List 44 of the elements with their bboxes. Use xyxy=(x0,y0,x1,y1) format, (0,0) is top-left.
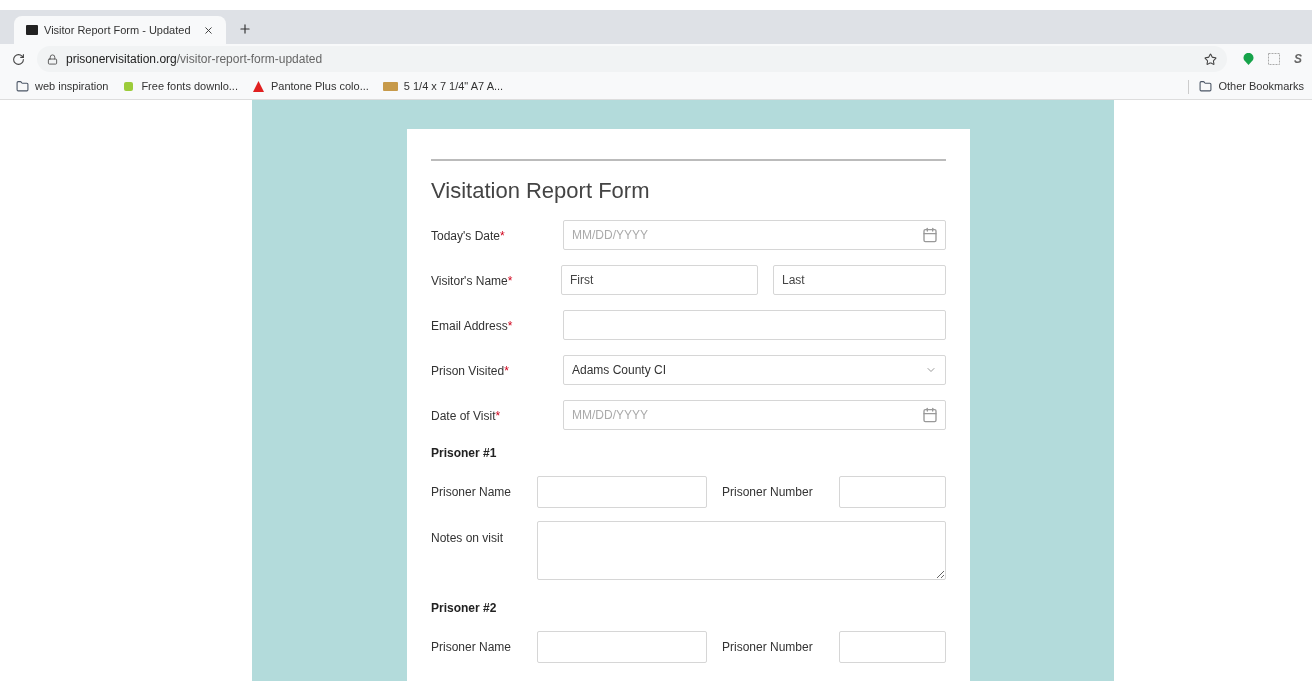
bookmark-item[interactable]: web inspiration xyxy=(16,78,109,95)
field-label: Today's Date* xyxy=(431,229,505,243)
bookmark-star-icon[interactable] xyxy=(1204,52,1217,66)
date-field[interactable]: MM/DD/YYYY xyxy=(563,400,946,430)
section-heading: Prisoner #1 xyxy=(431,445,498,461)
lock-icon xyxy=(47,53,58,65)
favicon-icon xyxy=(26,25,38,35)
notes-field[interactable] xyxy=(537,521,946,580)
field-label: Date of Visit* xyxy=(431,409,501,423)
calendar-icon[interactable] xyxy=(922,407,938,423)
bookmark-item[interactable]: Free fonts downlo... xyxy=(122,78,238,95)
field-label: Prisoner Name xyxy=(431,484,513,501)
folder-icon xyxy=(16,80,29,93)
last-name-field[interactable]: Last xyxy=(773,265,946,295)
field-label: Prison Visited* xyxy=(431,364,509,378)
prison-dropdown[interactable]: Adams County CI xyxy=(563,355,946,385)
field-label: Prisoner Number xyxy=(721,484,814,501)
prisoner-number-field[interactable] xyxy=(839,631,946,663)
first-name-field[interactable]: First xyxy=(561,265,758,295)
calendar-icon[interactable] xyxy=(922,227,938,243)
browser-tab[interactable]: Visitor Report Form - Updated xyxy=(14,16,226,44)
prisoner-number-field[interactable] xyxy=(839,476,946,508)
section-heading: Prisoner #2 xyxy=(431,600,498,616)
bookmark-item[interactable]: Pantone Plus colo... xyxy=(252,78,369,95)
reload-icon[interactable] xyxy=(12,52,25,66)
close-icon[interactable] xyxy=(203,24,214,36)
prisoner-name-field[interactable] xyxy=(537,476,707,508)
triangle-logo-icon xyxy=(252,80,265,93)
bookmark-item[interactable]: Other Bookmarks xyxy=(1199,78,1304,95)
email-field[interactable] xyxy=(563,310,946,340)
prisoner-name-field[interactable] xyxy=(537,631,707,663)
address-bar[interactable]: prisonervisitation.org/visitor-report-form-updated xyxy=(37,46,1227,72)
field-label: Prisoner Name xyxy=(431,639,513,656)
field-label: Visitor's Name* xyxy=(431,274,513,288)
bookmark-item[interactable]: 5 1/4 x 7 1/4" A7 A... xyxy=(382,78,504,95)
field-label: Notes on visit xyxy=(431,530,505,547)
field-label: Prisoner Number xyxy=(721,639,814,656)
form-title: Visitation Report Form xyxy=(431,177,651,205)
field-label: Email Address* xyxy=(431,319,513,333)
date-field[interactable]: MM/DD/YYYY xyxy=(563,220,946,250)
folder-icon xyxy=(1199,80,1213,93)
extension-icon[interactable]: S xyxy=(1294,50,1302,68)
new-tab-icon[interactable] xyxy=(238,22,252,36)
extension-box-icon[interactable] xyxy=(1268,53,1280,65)
